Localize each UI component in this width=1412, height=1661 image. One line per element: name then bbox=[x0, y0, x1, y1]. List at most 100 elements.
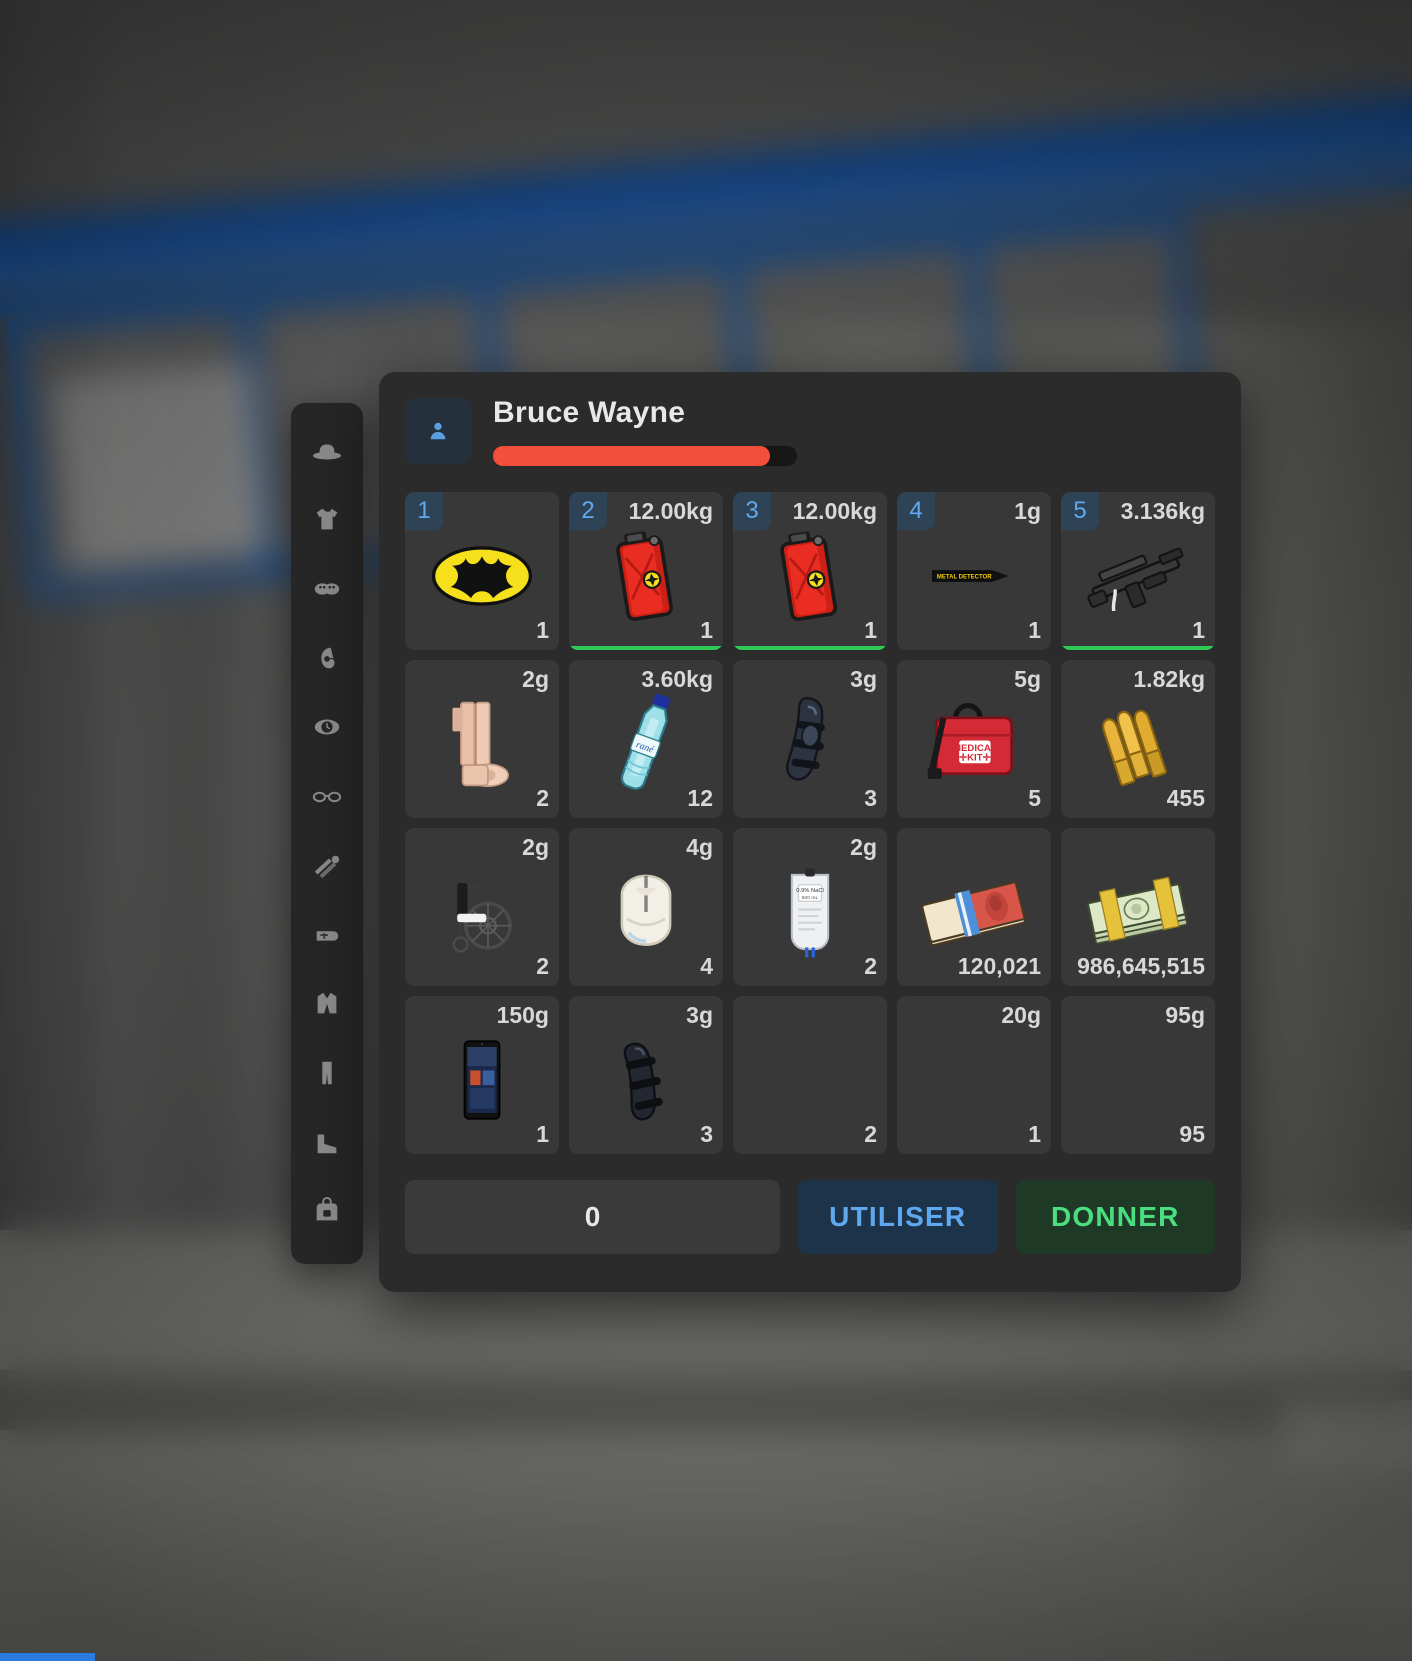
glasses-icon bbox=[312, 781, 342, 816]
slot-durability-bar bbox=[569, 646, 723, 650]
sidebar-item-watch[interactable] bbox=[301, 704, 353, 756]
slot-weight-label: 3.136kg bbox=[1120, 498, 1205, 524]
inventory-slot[interactable]: 4 1g METAL DETECTOR 1 bbox=[897, 492, 1051, 650]
masks-icon bbox=[312, 574, 342, 609]
slot-weight-label: 20g bbox=[1001, 1002, 1041, 1028]
slot-number-badge: 2 bbox=[569, 492, 607, 530]
slot-quantity-label: 1 bbox=[536, 617, 549, 643]
page-title: Bruce Wayne bbox=[493, 396, 686, 429]
inventory-slot[interactable]: 2 12.00kg 1 bbox=[569, 492, 723, 650]
slot-quantity-label: 1 bbox=[1028, 617, 1041, 643]
use-button[interactable]: UTILISER bbox=[798, 1180, 998, 1254]
health-bar-track bbox=[493, 446, 797, 466]
rifle-icon bbox=[1061, 528, 1215, 624]
sidebar-item-glasses[interactable] bbox=[301, 773, 353, 825]
person-icon bbox=[430, 422, 446, 440]
slot-quantity-label: 1 bbox=[536, 1121, 549, 1147]
inventory-header: Bruce Wayne bbox=[405, 394, 1215, 486]
slot-weight-label: 12.00kg bbox=[628, 498, 713, 524]
slot-quantity-label: 2 bbox=[536, 785, 549, 811]
neck-brace-icon bbox=[569, 864, 723, 960]
inventory-slot[interactable]: 2 bbox=[733, 996, 887, 1154]
slot-quantity-label: 455 bbox=[1166, 785, 1205, 811]
slot-durability-bar bbox=[1061, 646, 1215, 650]
inventory-slot[interactable]: 5g MEDICAL ✛KIT✛ 5 bbox=[897, 660, 1051, 818]
slot-weight-label: 2g bbox=[850, 834, 877, 860]
sidebar-item-gloves[interactable] bbox=[301, 911, 353, 963]
inventory-slot[interactable]: 3 12.00kg 1 bbox=[733, 492, 887, 650]
knee-brace-icon bbox=[733, 696, 887, 792]
metal-detector-icon: METAL DETECTOR bbox=[897, 528, 1051, 624]
svg-text:✛KIT✛: ✛KIT✛ bbox=[959, 753, 991, 764]
slot-number-badge: 4 bbox=[897, 492, 935, 530]
sidebar-item-hat[interactable] bbox=[301, 428, 353, 480]
wheelchair-icon bbox=[405, 864, 559, 960]
slot-weight-label: 2g bbox=[522, 666, 549, 692]
slot-weight-label: 3.60kg bbox=[641, 666, 713, 692]
slot-quantity-label: 5 bbox=[1028, 785, 1041, 811]
give-button[interactable]: DONNER bbox=[1015, 1180, 1215, 1254]
inventory-slot[interactable]: 986,645,515 bbox=[1061, 828, 1215, 986]
inventory-slot[interactable]: 2g 0.9% NaCl 500 mL 2 bbox=[733, 828, 887, 986]
inventory-slot[interactable]: 150g 1 bbox=[405, 996, 559, 1154]
batman-logo-icon bbox=[405, 528, 559, 624]
sidebar-item-vest[interactable] bbox=[301, 980, 353, 1032]
slot-quantity-label: 1 bbox=[1192, 617, 1205, 643]
slot-quantity-label: 12 bbox=[687, 785, 713, 811]
vest-icon bbox=[312, 989, 342, 1024]
inventory-slot[interactable]: 4g 4 bbox=[569, 828, 723, 986]
slot-weight-label: 12.00kg bbox=[792, 498, 877, 524]
inventory-grid: 1 1 2 12.00kg 1 3 12.00kg 1 4 1g METAL DETECTOR 1 5 3… bbox=[405, 492, 1215, 1154]
inventory-slot[interactable]: 120,021 bbox=[897, 828, 1051, 986]
inventory-slot[interactable]: 3g 3 bbox=[733, 660, 887, 818]
inventory-slot[interactable]: 2g 2 bbox=[405, 828, 559, 986]
necklace-icon bbox=[312, 851, 342, 886]
svg-text:METAL DETECTOR: METAL DETECTOR bbox=[937, 574, 992, 580]
inventory-slot[interactable]: 20g 1 bbox=[897, 996, 1051, 1154]
sidebar-item-mask[interactable] bbox=[301, 566, 353, 618]
earring-icon bbox=[312, 643, 342, 678]
slot-quantity-label: 95 bbox=[1179, 1121, 1205, 1147]
inventory-slot[interactable]: 11 bbox=[405, 492, 559, 650]
medkit-icon: MEDICAL ✛KIT✛ bbox=[897, 696, 1051, 792]
slot-weight-label: 1.82kg bbox=[1133, 666, 1205, 692]
avatar[interactable] bbox=[405, 398, 471, 464]
sidebar-item-necklace[interactable] bbox=[301, 842, 353, 894]
inventory-slot[interactable]: 5 3.136kg 1 bbox=[1061, 492, 1215, 650]
gloves-icon bbox=[312, 920, 342, 955]
svg-text:500 mL: 500 mL bbox=[802, 895, 819, 901]
hat-icon bbox=[312, 436, 342, 471]
watch-icon bbox=[312, 712, 342, 747]
pants-icon bbox=[312, 1058, 342, 1093]
inventory-slot[interactable]: 2g 2 bbox=[405, 660, 559, 818]
sidebar-item-pants[interactable] bbox=[301, 1049, 353, 1101]
sidebar-item-shirt[interactable] bbox=[301, 497, 353, 549]
slot-number-badge: 3 bbox=[733, 492, 771, 530]
equipment-sidebar bbox=[291, 403, 363, 1264]
slot-quantity-label: 2 bbox=[536, 953, 549, 979]
jerrycan-icon bbox=[569, 528, 723, 624]
sidebar-item-shoes[interactable] bbox=[301, 1118, 353, 1170]
slot-quantity-label: 986,645,515 bbox=[1077, 953, 1205, 979]
slot-weight-label: 95g bbox=[1165, 1002, 1205, 1028]
slot-number-badge: 5 bbox=[1061, 492, 1099, 530]
slot-quantity-label: 3 bbox=[864, 785, 877, 811]
jerrycan-icon bbox=[733, 528, 887, 624]
slot-quantity-label: 120,021 bbox=[957, 953, 1041, 979]
ammo-icon bbox=[1061, 696, 1215, 792]
phone-icon bbox=[405, 1032, 559, 1128]
slot-weight-label: 3g bbox=[850, 666, 877, 692]
inventory-slot[interactable]: 3.60kg rané 12 bbox=[569, 660, 723, 818]
quantity-input[interactable] bbox=[405, 1180, 780, 1254]
sidebar-item-bag[interactable] bbox=[301, 1187, 353, 1239]
arm-brace-icon bbox=[569, 1032, 723, 1128]
sidebar-item-ear[interactable] bbox=[301, 635, 353, 687]
cash-stack-icon bbox=[1061, 864, 1215, 960]
inventory-slot[interactable]: 1.82kg 455 bbox=[1061, 660, 1215, 818]
inventory-slot[interactable]: 95g 95 bbox=[1061, 996, 1215, 1154]
slot-weight-label: 3g bbox=[686, 1002, 713, 1028]
bg-accent-bar bbox=[0, 1653, 95, 1661]
slot-durability-bar bbox=[733, 646, 887, 650]
inventory-slot[interactable]: 3g 3 bbox=[569, 996, 723, 1154]
slot-weight-label: 1g bbox=[1014, 498, 1041, 524]
